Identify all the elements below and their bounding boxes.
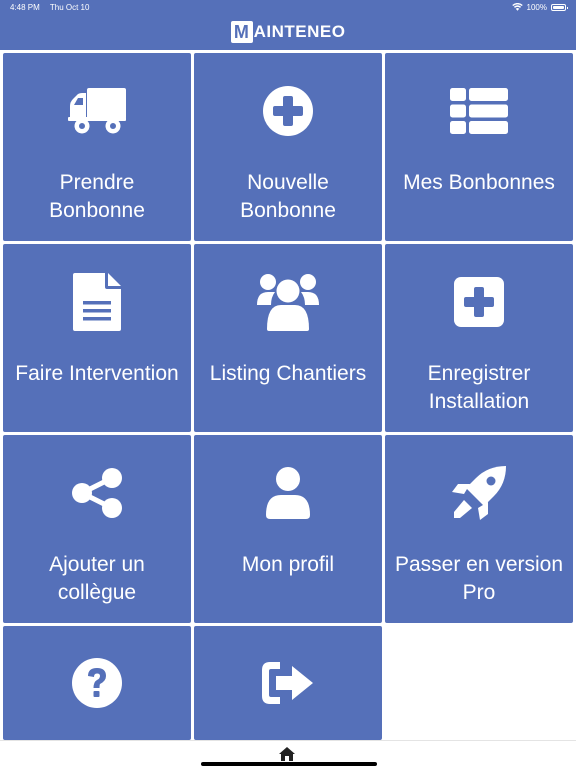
- status-time: 4:48 PM: [10, 2, 40, 12]
- user-icon: [266, 467, 310, 519]
- status-left: 4:48 PM Thu Oct 10: [10, 3, 97, 12]
- tile-nouvelle-bonbonne[interactable]: Nouvelle Bonbonne: [194, 53, 382, 241]
- tile-label: Prendre Bonbonne: [49, 171, 145, 222]
- home-indicator[interactable]: [201, 762, 377, 766]
- tile-label: Mon profil: [241, 553, 335, 576]
- plus-square-icon: [454, 277, 504, 327]
- logo-letter: M: [230, 21, 253, 43]
- tile-aide[interactable]: [3, 626, 191, 740]
- logo-text: AINTENEO: [253, 22, 346, 41]
- tile-label: Listing Chantiers: [209, 362, 367, 385]
- status-bar: 4:48 PM Thu Oct 10 100%: [0, 0, 576, 14]
- tile-label: Mes Bonbonnes: [403, 171, 555, 194]
- question-circle-icon: [72, 658, 122, 708]
- tile-listing-chantiers[interactable]: Listing Chantiers: [194, 244, 382, 432]
- battery-icon: [551, 3, 568, 11]
- tile-ajouter-collegue[interactable]: Ajouter un collègue: [3, 435, 191, 623]
- bottom-bar: [0, 740, 576, 768]
- tile-mes-bonbonnes[interactable]: Mes Bonbonnes: [385, 53, 573, 241]
- rocket-icon: [452, 466, 506, 520]
- app-header: M AINTENEO: [0, 14, 576, 50]
- wifi-icon: [511, 3, 523, 11]
- tile-prendre-bonbonne[interactable]: Prendre Bonbonne: [3, 53, 191, 241]
- battery-percent: 100%: [526, 2, 547, 12]
- document-icon: [73, 273, 121, 331]
- tile-label: Ajouter un collègue: [49, 553, 145, 604]
- tile-passer-version-pro[interactable]: Passer en version Pro: [385, 435, 573, 623]
- app-logo: M AINTENEO: [230, 21, 346, 43]
- status-date: Thu Oct 10: [49, 2, 90, 12]
- tile-label: Enregistrer Installation: [427, 362, 531, 413]
- tile-label: Faire Intervention: [15, 362, 179, 385]
- menu-grid: Prendre Bonbonne Nouvelle Bonbonne Mes B…: [3, 53, 573, 740]
- status-right: 100%: [511, 2, 568, 12]
- list-icon: [450, 88, 508, 134]
- tile-label: Passer en version Pro: [394, 553, 564, 604]
- home-icon[interactable]: [279, 747, 295, 761]
- tile-mon-profil[interactable]: Mon profil: [194, 435, 382, 623]
- sign-out-icon: [262, 662, 313, 704]
- tile-label: Nouvelle Bonbonne: [240, 171, 336, 222]
- users-icon: [257, 274, 319, 331]
- tile-deconnexion[interactable]: [194, 626, 382, 740]
- tile-faire-intervention[interactable]: Faire Intervention: [3, 244, 191, 432]
- truck-icon: [68, 88, 126, 134]
- tile-enregistrer-installation[interactable]: Enregistrer Installation: [385, 244, 573, 432]
- plus-circle-icon: [263, 86, 313, 136]
- share-icon: [72, 468, 122, 518]
- battery-fill: [553, 5, 564, 9]
